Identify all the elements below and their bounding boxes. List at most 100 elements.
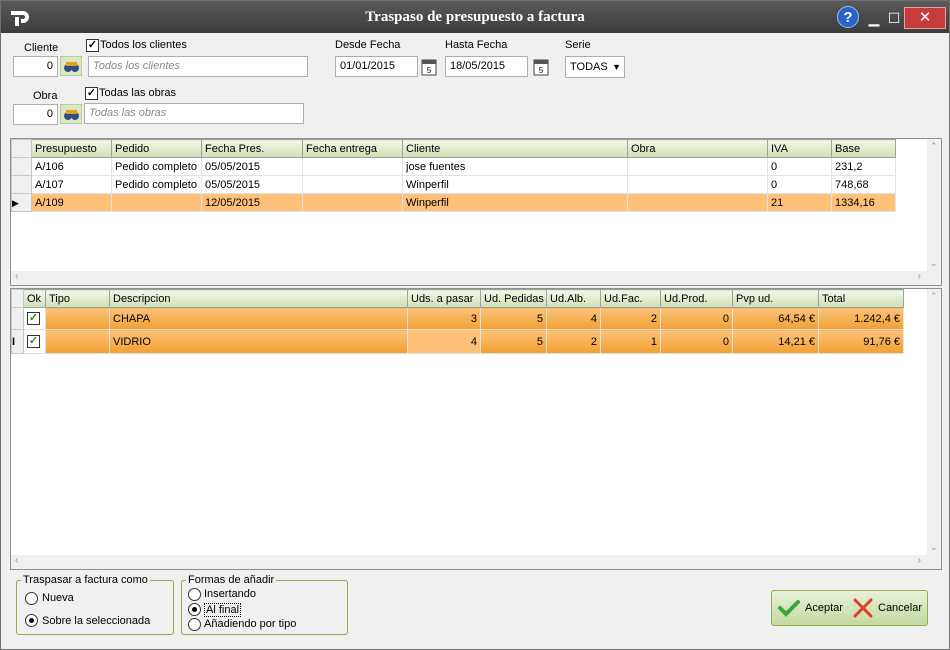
- cell-fecha-pres: 05/05/2015: [201, 157, 303, 176]
- presupuestos-horizontal-scrollbar[interactable]: ‹ ›: [11, 271, 941, 285]
- insertando-label: Insertando: [204, 588, 256, 600]
- table-row-selected[interactable]: ▶ A/109 12/05/2015 Winperfil 21 1334,16: [11, 193, 896, 212]
- scroll-right-icon[interactable]: ›: [918, 271, 921, 282]
- formas-group-title: Formas de añadir: [186, 574, 277, 586]
- serie-select[interactable]: TODAS ▼: [565, 56, 625, 78]
- presupuestos-header-row: Presupuesto Pedido Fecha Pres. Fecha ent…: [11, 139, 896, 158]
- cell-tipo: [45, 307, 110, 330]
- row-indicator[interactable]: ▶: [11, 193, 32, 212]
- cell-base: 1334,16: [831, 193, 896, 212]
- table-row-selected[interactable]: I ✓ VIDRIO 4 5 2 1 0 14,21 € 91,76 €: [11, 329, 904, 354]
- ok-checkbox[interactable]: ✓: [27, 312, 40, 325]
- col-header[interactable]: Pvp ud.: [732, 289, 819, 308]
- obra-name-input[interactable]: Todas las obras: [84, 103, 304, 124]
- close-button[interactable]: ✕: [904, 7, 946, 29]
- row-indicator[interactable]: [11, 175, 32, 194]
- presupuestos-grid[interactable]: Presupuesto Pedido Fecha Pres. Fecha ent…: [10, 138, 942, 286]
- cell-fecha-entrega: [302, 157, 403, 176]
- sobre-seleccionada-radio[interactable]: [25, 614, 38, 627]
- col-header[interactable]: Base: [831, 139, 896, 158]
- nueva-radio[interactable]: [25, 592, 38, 605]
- row-indicator-header: [11, 139, 32, 158]
- help-button[interactable]: ?: [837, 6, 859, 28]
- table-row[interactable]: A/106 Pedido completo 05/05/2015 jose fu…: [11, 157, 896, 176]
- cliente-name-input[interactable]: Todos los clientes: [88, 56, 308, 77]
- cell-base: 748,68: [831, 175, 896, 194]
- search-cliente-icon[interactable]: [60, 56, 82, 76]
- col-header[interactable]: Tipo: [45, 289, 110, 308]
- cell-pedido: Pedido completo: [111, 175, 202, 194]
- table-row[interactable]: A/107 Pedido completo 05/05/2015 Winperf…: [11, 175, 896, 194]
- desde-calendar-icon[interactable]: 5: [421, 58, 437, 76]
- insertando-radio[interactable]: [188, 588, 201, 601]
- table-row[interactable]: ✓ CHAPA 3 5 4 2 0 64,54 € 1.242,4 €: [11, 307, 904, 330]
- col-header[interactable]: Ud.Prod.: [660, 289, 733, 308]
- cell-uds-a-pasar[interactable]: 3: [407, 307, 481, 330]
- ok-checkbox[interactable]: ✓: [27, 335, 40, 348]
- scroll-left-icon[interactable]: ‹: [15, 271, 18, 282]
- cell-presupuesto: A/107: [31, 175, 112, 194]
- scroll-up-icon[interactable]: ⌃: [930, 141, 938, 152]
- lineas-vertical-scrollbar[interactable]: ⌃ ⌄: [927, 289, 941, 555]
- maximize-button[interactable]: ☐: [883, 9, 905, 27]
- cancel-label: Cancelar: [878, 602, 923, 614]
- obra-label: Obra: [33, 90, 58, 102]
- scroll-up-icon[interactable]: ⌃: [930, 291, 938, 302]
- scroll-down-icon[interactable]: ⌄: [930, 258, 938, 269]
- scroll-right-icon[interactable]: ›: [918, 555, 921, 566]
- title-bar[interactable]: Traspaso de presupuesto a factura ? ▁ ☐ …: [1, 1, 949, 33]
- col-header[interactable]: Fecha Pres.: [201, 139, 303, 158]
- ok-cell[interactable]: ✓: [23, 329, 46, 354]
- col-header[interactable]: Cliente: [402, 139, 628, 158]
- accept-button[interactable]: Aceptar: [778, 591, 850, 625]
- cell-pedido: Pedido completo: [111, 157, 202, 176]
- col-header[interactable]: Ud.Fac.: [600, 289, 661, 308]
- ok-cell[interactable]: ✓: [23, 307, 46, 330]
- col-header[interactable]: Ud.Alb.: [546, 289, 601, 308]
- minimize-button[interactable]: ▁: [863, 9, 885, 27]
- hasta-fecha-input[interactable]: 18/05/2015: [445, 56, 528, 77]
- col-header[interactable]: Ud. Pedidas: [480, 289, 547, 308]
- presupuestos-vertical-scrollbar[interactable]: ⌃ ⌄: [927, 139, 941, 271]
- formas-group: Formas de añadir Insertando Al final Aña…: [181, 574, 348, 635]
- scroll-left-icon[interactable]: ‹: [15, 555, 18, 566]
- row-indicator[interactable]: I: [11, 329, 24, 354]
- cell-pvp-ud: 64,54 €: [732, 307, 819, 330]
- svg-text:5: 5: [427, 66, 432, 75]
- col-header[interactable]: Ok: [23, 289, 46, 308]
- lineas-horizontal-scrollbar[interactable]: ‹ ›: [11, 555, 941, 569]
- col-header[interactable]: Obra: [627, 139, 768, 158]
- todos-clientes-label: Todos los clientes: [100, 39, 187, 51]
- cell-cliente: Winperfil: [402, 193, 628, 212]
- cell-ud-pedidas: 5: [480, 307, 547, 330]
- todos-clientes-checkbox[interactable]: ✓: [86, 39, 99, 52]
- col-header[interactable]: Fecha entrega: [302, 139, 403, 158]
- obra-code-input[interactable]: 0: [13, 104, 58, 125]
- col-header[interactable]: Pedido: [111, 139, 202, 158]
- anadiendo-tipo-radio[interactable]: [188, 618, 201, 631]
- todas-obras-checkbox[interactable]: ✓: [85, 87, 98, 100]
- al-final-label: Al final: [204, 603, 242, 617]
- col-header[interactable]: IVA: [767, 139, 832, 158]
- col-header[interactable]: Uds. a pasar: [407, 289, 481, 308]
- col-header[interactable]: Total: [818, 289, 904, 308]
- row-indicator[interactable]: [11, 307, 24, 330]
- lineas-grid[interactable]: Ok Tipo Descripcion Uds. a pasar Ud. Ped…: [10, 288, 942, 570]
- cell-ud-prod: 0: [660, 329, 733, 354]
- cell-cliente: jose fuentes: [402, 157, 628, 176]
- cell-fecha-pres: 05/05/2015: [201, 175, 303, 194]
- col-header[interactable]: Descripcion: [109, 289, 408, 308]
- cell-uds-a-pasar-active[interactable]: 4: [407, 329, 481, 354]
- hasta-fecha-label: Hasta Fecha: [445, 39, 508, 51]
- al-final-radio[interactable]: [188, 603, 201, 616]
- cancel-button[interactable]: Cancelar: [852, 591, 927, 625]
- cancel-x-icon: [853, 598, 873, 618]
- desde-fecha-input[interactable]: 01/01/2015: [335, 56, 418, 77]
- scroll-down-icon[interactable]: ⌄: [930, 542, 938, 553]
- cliente-code-input[interactable]: 0: [13, 56, 58, 77]
- cell-ud-prod: 0: [660, 307, 733, 330]
- col-header[interactable]: Presupuesto: [31, 139, 112, 158]
- search-obra-icon[interactable]: [60, 104, 82, 124]
- row-indicator[interactable]: [11, 157, 32, 176]
- hasta-calendar-icon[interactable]: 5: [533, 58, 549, 76]
